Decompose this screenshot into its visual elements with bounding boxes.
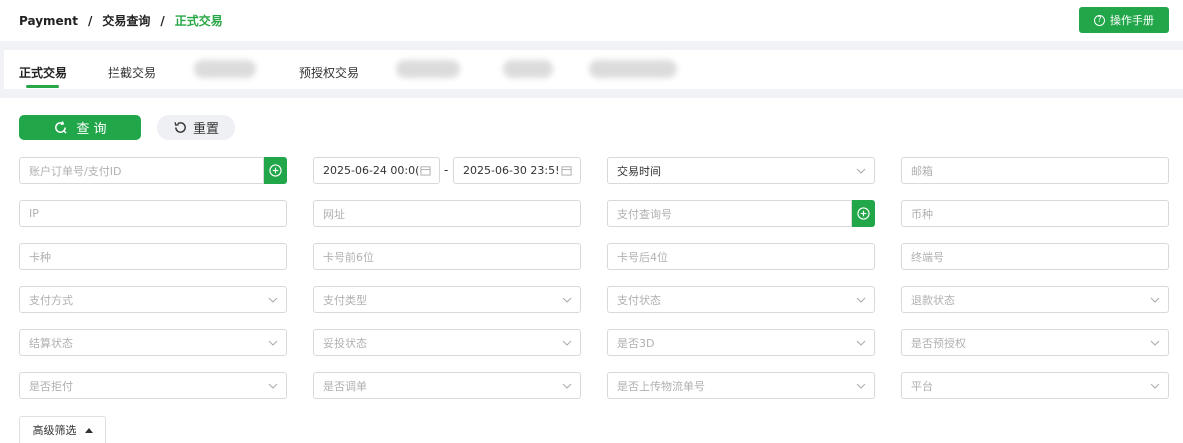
is-preauth-select[interactable]: 是否预授权 bbox=[901, 329, 1169, 356]
end-date-value: 2025-06-30 23:5! bbox=[463, 164, 560, 177]
caret-up-icon bbox=[84, 427, 93, 433]
placeholder: 网址 bbox=[323, 207, 345, 221]
add-pay-query-button[interactable] bbox=[852, 200, 875, 227]
advanced-filter-label: 高级筛选 bbox=[32, 424, 77, 437]
chevron-down-icon bbox=[1150, 297, 1160, 303]
is-tracking-uploaded-select[interactable]: 是否上传物流单号 bbox=[607, 372, 875, 399]
placeholder: 卡号前6位 bbox=[323, 250, 374, 264]
platform-select[interactable]: 平台 bbox=[901, 372, 1169, 399]
placeholder: 账户订单号/支付ID bbox=[29, 164, 122, 178]
terminal-no-input[interactable]: 终端号 bbox=[901, 243, 1169, 270]
pay-query-no-input[interactable]: 支付查询号 bbox=[607, 200, 852, 227]
top-bar: Payment / 交易查询 / 正式交易 ? 操作手册 bbox=[0, 0, 1183, 41]
chevron-down-icon bbox=[856, 168, 866, 174]
manual-button[interactable]: ? 操作手册 bbox=[1079, 7, 1169, 33]
end-date-input[interactable]: 2025-06-30 23:5! bbox=[453, 157, 581, 184]
redacted-tab bbox=[194, 60, 256, 78]
placeholder: 支付方式 bbox=[29, 293, 73, 307]
manual-button-label: 操作手册 bbox=[1110, 14, 1154, 27]
chevron-down-icon bbox=[268, 383, 278, 389]
breadcrumb: Payment / 交易查询 / 正式交易 bbox=[19, 12, 223, 29]
plus-circle-icon bbox=[857, 207, 870, 220]
chevron-down-icon bbox=[562, 297, 572, 303]
placeholder: 邮箱 bbox=[911, 164, 933, 178]
placeholder: 币种 bbox=[911, 207, 933, 221]
tab-intercepted-transactions[interactable]: 拦截交易 bbox=[108, 64, 156, 81]
reset-icon bbox=[174, 122, 186, 133]
chevron-down-icon bbox=[856, 383, 866, 389]
question-circle-icon: ? bbox=[1094, 14, 1105, 26]
breadcrumb-separator: / bbox=[87, 13, 93, 28]
reset-button[interactable]: 重置 bbox=[157, 115, 235, 140]
currency-input[interactable]: 币种 bbox=[901, 200, 1169, 227]
range-separator: - bbox=[444, 163, 449, 177]
placeholder: 卡号后4位 bbox=[617, 250, 668, 264]
breadcrumb-separator: / bbox=[160, 13, 165, 28]
placeholder: 是否调单 bbox=[323, 379, 367, 393]
email-input[interactable]: 邮箱 bbox=[901, 157, 1169, 184]
card-type-input[interactable]: 卡种 bbox=[19, 243, 287, 270]
plus-circle-icon bbox=[269, 164, 282, 177]
chevron-down-icon bbox=[1150, 340, 1160, 346]
placeholder: 结算状态 bbox=[29, 336, 73, 350]
placeholder: 是否拒付 bbox=[29, 379, 73, 393]
redacted-tab bbox=[503, 60, 553, 78]
delivery-status-select[interactable]: 妥投状态 bbox=[313, 329, 581, 356]
account-order-input[interactable]: 账户订单号/支付ID bbox=[19, 157, 264, 184]
refund-status-select[interactable]: 退款状态 bbox=[901, 286, 1169, 313]
start-date-input[interactable]: 2025-06-24 00:0( bbox=[313, 157, 440, 184]
time-type-value: 交易时间 bbox=[617, 164, 661, 178]
filter-panel: 查 询 重置 账户订单号/支付ID 2025-06-24 00:0( - 202… bbox=[0, 98, 1183, 443]
search-button[interactable]: 查 询 bbox=[19, 115, 141, 140]
chevron-down-icon bbox=[268, 297, 278, 303]
breadcrumb-current: 正式交易 bbox=[174, 14, 223, 28]
placeholder: IP bbox=[29, 207, 39, 220]
card-first6-input[interactable]: 卡号前6位 bbox=[313, 243, 581, 270]
calendar-icon bbox=[561, 166, 572, 176]
placeholder: 退款状态 bbox=[911, 293, 955, 307]
placeholder: 支付状态 bbox=[617, 293, 661, 307]
url-input[interactable]: 网址 bbox=[313, 200, 581, 227]
is-chargeback-select[interactable]: 是否拒付 bbox=[19, 372, 287, 399]
breadcrumb-parent[interactable]: 交易查询 bbox=[102, 12, 150, 29]
pay-method-select[interactable]: 支付方式 bbox=[19, 286, 287, 313]
placeholder: 平台 bbox=[911, 379, 933, 393]
tab-preauth-transactions[interactable]: 预授权交易 bbox=[299, 64, 359, 81]
is-3d-select[interactable]: 是否3D bbox=[607, 329, 875, 356]
chevron-down-icon bbox=[562, 383, 572, 389]
advanced-filter-toggle[interactable]: 高级筛选 bbox=[19, 416, 106, 443]
placeholder: 妥投状态 bbox=[323, 336, 367, 350]
tab-bar: 正式交易 拦截交易 预授权交易 bbox=[4, 50, 1183, 89]
chevron-down-icon bbox=[856, 340, 866, 346]
time-type-select[interactable]: 交易时间 bbox=[607, 157, 875, 184]
placeholder: 支付类型 bbox=[323, 293, 367, 307]
calendar-icon bbox=[420, 166, 431, 176]
reset-button-label: 重置 bbox=[192, 122, 219, 137]
add-order-button[interactable] bbox=[264, 157, 287, 184]
chevron-down-icon bbox=[562, 340, 572, 346]
chevron-down-icon bbox=[1150, 383, 1160, 389]
placeholder: 是否3D bbox=[617, 336, 655, 350]
active-tab-indicator bbox=[26, 85, 59, 88]
is-adjusted-select[interactable]: 是否调单 bbox=[313, 372, 581, 399]
pay-type-select[interactable]: 支付类型 bbox=[313, 286, 581, 313]
search-refresh-icon bbox=[55, 121, 68, 134]
tab-formal-transactions[interactable]: 正式交易 bbox=[19, 64, 67, 81]
chevron-down-icon bbox=[268, 340, 278, 346]
placeholder: 终端号 bbox=[911, 250, 944, 264]
pay-status-select[interactable]: 支付状态 bbox=[607, 286, 875, 313]
redacted-tab bbox=[396, 60, 460, 78]
placeholder: 支付查询号 bbox=[617, 207, 672, 221]
card-last4-input[interactable]: 卡号后4位 bbox=[607, 243, 875, 270]
placeholder: 是否上传物流单号 bbox=[617, 379, 705, 393]
redacted-tab bbox=[589, 60, 677, 78]
settle-status-select[interactable]: 结算状态 bbox=[19, 329, 287, 356]
start-date-value: 2025-06-24 00:0( bbox=[323, 164, 420, 177]
placeholder: 是否预授权 bbox=[911, 336, 966, 350]
search-button-label: 查 询 bbox=[76, 122, 107, 137]
ip-input[interactable]: IP bbox=[19, 200, 287, 227]
chevron-down-icon bbox=[856, 297, 866, 303]
placeholder: 卡种 bbox=[29, 250, 51, 264]
breadcrumb-root[interactable]: Payment bbox=[19, 14, 78, 28]
